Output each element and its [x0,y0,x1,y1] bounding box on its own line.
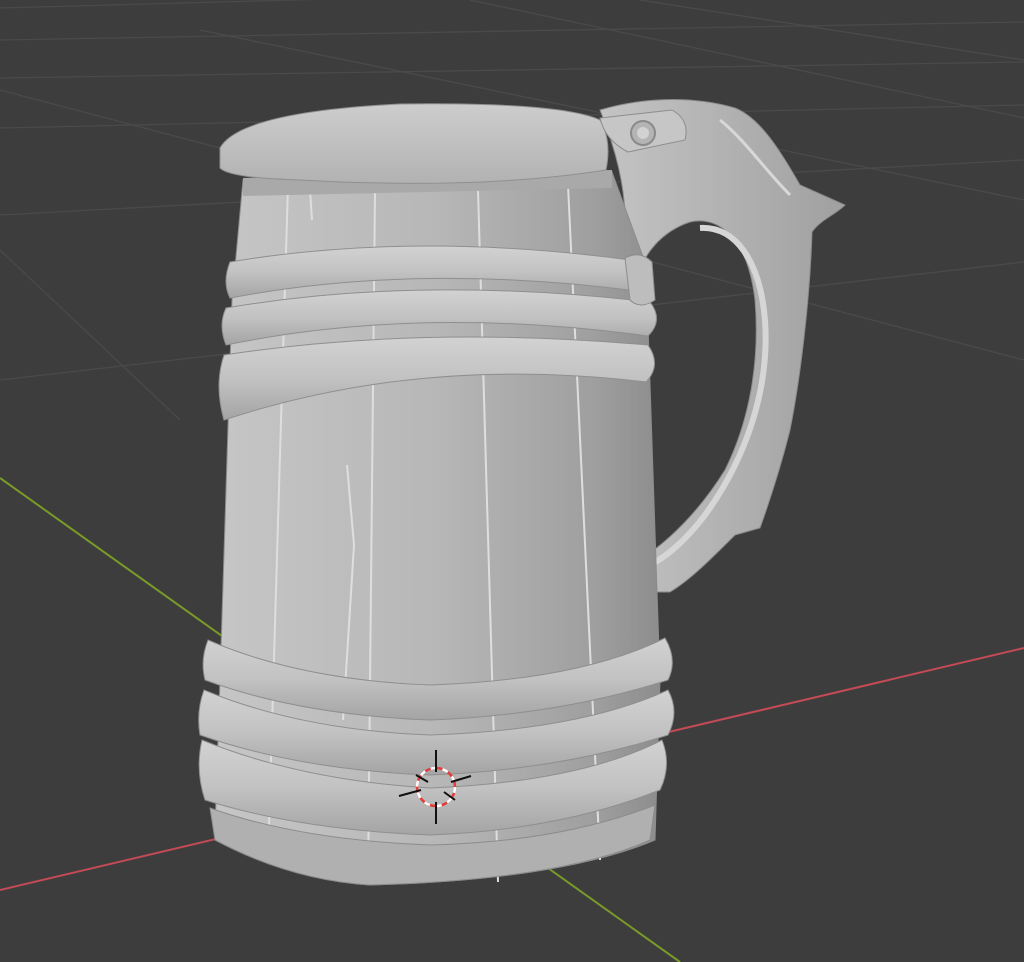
3d-viewport[interactable] [0,0,1024,962]
tankard-model[interactable] [198,99,846,886]
tankard-lid[interactable] [219,103,612,196]
